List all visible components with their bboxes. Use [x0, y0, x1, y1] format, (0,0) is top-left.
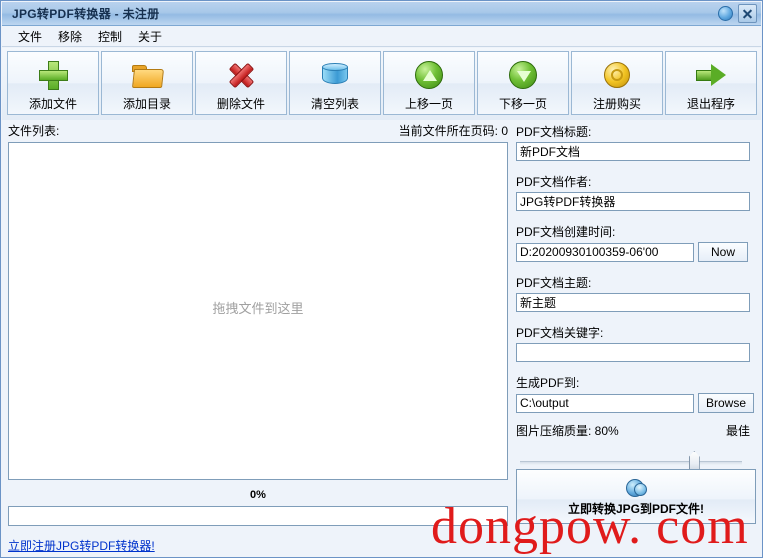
toolbar-button-label: 注册购买: [592, 97, 641, 111]
pdf-title-label: PDF文档标题:: [516, 125, 592, 139]
database-icon: [318, 58, 352, 92]
quality-label: 图片压缩质量: 80%: [516, 424, 619, 438]
pdf-subject-label: PDF文档主题:: [516, 276, 592, 290]
title-bar: JPG转PDF转换器 - 未注册: [2, 2, 761, 26]
toolbar-button-label: 下移一页: [498, 97, 547, 111]
menu-item-file[interactable]: 文件: [10, 26, 50, 47]
toolbar-button-label: 退出程序: [686, 97, 735, 111]
menu-item-about[interactable]: 关于: [130, 26, 170, 47]
toolbar-button-add-folder[interactable]: 添加目录: [101, 51, 193, 115]
browse-button[interactable]: Browse: [698, 393, 755, 413]
output-path-input[interactable]: [516, 393, 694, 413]
toolbar-button-move-down[interactable]: 下移一页: [477, 51, 569, 115]
application-window: JPG转PDF转换器 - 未注册 文件 移除 控制 关于 添加文件 添加目录 删…: [0, 0, 763, 558]
pdf-author-label: PDF文档作者:: [516, 175, 592, 189]
red-x-icon: [224, 58, 258, 92]
arrow-right-icon: [694, 58, 728, 92]
now-button[interactable]: Now: [698, 242, 748, 262]
file-list-panel: 文件列表: 当前文件所在页码: 0 拖拽文件到这里 0% 立即注册JPG转PDF…: [8, 123, 508, 553]
toolbar-button-label: 上移一页: [404, 97, 453, 111]
arrow-down-circle-icon: [506, 58, 540, 92]
quality-row: 图片压缩质量: 80% 最佳: [516, 422, 750, 439]
output-path-label: 生成PDF到:: [516, 376, 580, 390]
toolbar-button-clear-list[interactable]: 清空列表: [289, 51, 381, 115]
output-path-row: Browse: [516, 393, 756, 413]
toolbar-button-label: 添加目录: [122, 97, 171, 111]
toolbar-button-label: 添加文件: [28, 97, 77, 111]
progress-percent-label: 0%: [250, 489, 266, 501]
quality-slider-track: [520, 461, 742, 465]
toolbar-button-exit[interactable]: 退出程序: [665, 51, 757, 115]
pdf-keywords-label: PDF文档关键字:: [516, 326, 604, 340]
globe-button[interactable]: [716, 4, 735, 23]
toolbar-button-register[interactable]: 注册购买: [571, 51, 663, 115]
convert-refresh-icon: [624, 477, 648, 499]
pdf-created-input[interactable]: [516, 242, 694, 262]
pdf-title-input[interactable]: [516, 142, 750, 161]
toolbar-button-delete-file[interactable]: 删除文件: [195, 51, 287, 115]
toolbar: 添加文件 添加目录 删除文件 清空列表 上移一页 下移一页 注册购买 退出程序: [2, 48, 761, 120]
close-icon: [742, 8, 753, 19]
file-list-dropzone[interactable]: 拖拽文件到这里: [8, 142, 508, 480]
pdf-author-input[interactable]: [516, 192, 750, 211]
quality-best-label: 最佳: [725, 424, 750, 438]
pdf-subject-input[interactable]: [516, 293, 750, 312]
toolbar-button-label: 删除文件: [216, 97, 265, 111]
progress-area: 0%: [8, 489, 508, 526]
plus-icon: [36, 58, 70, 92]
pdf-properties-panel: PDF文档标题: PDF文档作者: PDF文档创建时间: Now PDF文档主题…: [516, 123, 756, 473]
file-list-label: 文件列表:: [8, 124, 60, 138]
menu-item-remove[interactable]: 移除: [50, 26, 90, 47]
close-button[interactable]: [738, 4, 757, 23]
menu-item-control[interactable]: 控制: [90, 26, 130, 47]
arrow-up-circle-icon: [412, 58, 446, 92]
pdf-keywords-input[interactable]: [516, 343, 750, 362]
window-controls: [716, 4, 757, 23]
toolbar-button-label: 清空列表: [310, 97, 359, 111]
folder-icon: [130, 58, 164, 92]
drop-hint-text: 拖拽文件到这里: [212, 301, 304, 316]
progress-bar: [8, 506, 508, 526]
menu-bar: 文件 移除 控制 关于: [2, 26, 761, 47]
convert-button-label: 立即转换JPG到PDF文件!: [567, 501, 704, 516]
window-title: JPG转PDF转换器 - 未注册: [12, 7, 160, 21]
convert-button[interactable]: 立即转换JPG到PDF文件!: [516, 469, 756, 524]
coin-icon: [600, 58, 634, 92]
toolbar-button-add-files[interactable]: 添加文件: [7, 51, 99, 115]
toolbar-button-move-up[interactable]: 上移一页: [383, 51, 475, 115]
register-link[interactable]: 立即注册JPG转PDF转换器!: [8, 537, 155, 554]
pdf-created-row: Now: [516, 242, 756, 262]
current-page-info: 当前文件所在页码: 0: [398, 124, 508, 138]
file-list-header: 文件列表: 当前文件所在页码: 0: [8, 123, 508, 139]
pdf-created-label: PDF文档创建时间:: [516, 225, 616, 239]
globe-icon: [718, 6, 733, 21]
